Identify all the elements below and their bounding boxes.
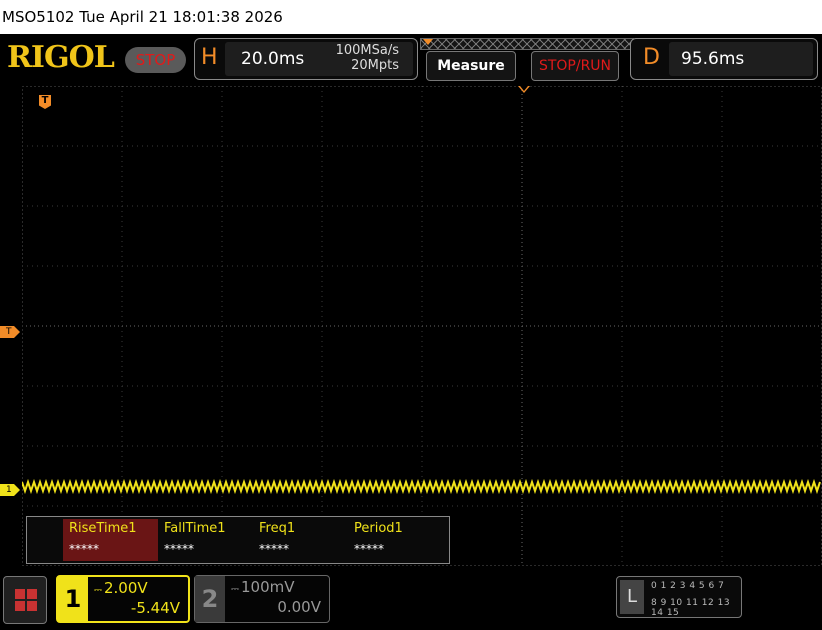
measure-name: Freq1 (259, 521, 296, 536)
logic-channels-high: 8 9 10 11 12 13 14 15 (651, 598, 731, 618)
channel2-offset: 0.00V (277, 598, 321, 616)
dc-coupling-icon: ⎓ (231, 584, 239, 595)
measurement-panel: RiseTime1 ***** FallTime1 ***** Freq1 **… (26, 516, 450, 564)
sample-rate: 100MSa/s (335, 43, 399, 58)
timebase-value: 20.0ms (241, 49, 305, 69)
horizontal-letter: H (201, 45, 218, 70)
measure-item-risetime[interactable]: RiseTime1 ***** (63, 519, 158, 561)
trigger-level-marker[interactable]: T (0, 326, 20, 338)
measure-item-period[interactable]: Period1 ***** (348, 519, 443, 561)
rigol-logo: RIGOL (7, 40, 115, 75)
measure-value: ***** (259, 542, 289, 556)
dc-coupling-icon: ⎓ (94, 585, 102, 596)
measure-value: ***** (69, 542, 99, 556)
delay-value-box: 95.6ms (669, 42, 813, 76)
channel2-box[interactable]: 2 ⎓ 100mV 0.00V (194, 575, 330, 623)
delay-letter: D (643, 45, 660, 70)
delay-box[interactable]: D 95.6ms (630, 38, 818, 80)
channel2-number: 2 (195, 576, 225, 622)
measure-name: RiseTime1 (69, 521, 137, 536)
home-grid-icon[interactable] (3, 576, 47, 624)
measure-value: ***** (354, 542, 384, 556)
waveform-grid (21, 86, 822, 566)
measure-name: Period1 (354, 521, 403, 536)
measure-value: ***** (164, 542, 194, 556)
status-bar: MSO5102 Tue April 21 18:01:38 2026 (0, 0, 822, 34)
measure-button[interactable]: Measure (426, 51, 516, 81)
channel1-waveform (21, 478, 821, 495)
stop-run-button[interactable]: STOP/RUN (531, 51, 619, 81)
sample-info: 100MSa/s 20Mpts (336, 43, 399, 73)
top-header: RIGOL STOP H 20.0ms 100MSa/s 20Mpts Meas… (0, 34, 822, 84)
logic-label: L (620, 580, 644, 614)
waveform-screen[interactable]: T (21, 86, 822, 566)
left-marker-rail: T 1 (0, 86, 22, 566)
bottom-bar: 1 ⎓ 2.00V -5.44V 2 ⎓ 100mV 0.00V L 0 1 2 3… (0, 570, 822, 630)
logic-analyzer-box[interactable]: L 0 1 2 3 4 5 6 7 8 9 10 11 12 13 14 15 (616, 576, 742, 618)
channel1-box[interactable]: 1 ⎓ 2.00V -5.44V (56, 575, 190, 623)
run-state-badge[interactable]: STOP (125, 47, 186, 73)
channel1-scale: ⎓ 2.00V (94, 579, 148, 597)
measure-item-freq[interactable]: Freq1 ***** (253, 519, 348, 561)
memory-depth: 20Mpts (351, 58, 399, 73)
channel2-scale: ⎓ 100mV (231, 578, 295, 596)
logic-channels-low: 0 1 2 3 4 5 6 7 (651, 581, 725, 591)
device-datetime: MSO5102 Tue April 21 18:01:38 2026 (2, 8, 283, 26)
trigger-position-marker-icon (423, 39, 433, 45)
delay-value: 95.6ms (681, 49, 745, 69)
channel1-number: 1 (58, 577, 88, 621)
center-axes (22, 86, 822, 566)
horizontal-timebase-box[interactable]: H 20.0ms 100MSa/s 20Mpts (194, 38, 418, 80)
timebase-value-box: 20.0ms 100MSa/s 20Mpts (225, 42, 413, 76)
channel1-offset-marker[interactable]: 1 (0, 484, 20, 496)
measure-item-falltime[interactable]: FallTime1 ***** (158, 519, 253, 561)
channel1-offset: -5.44V (130, 599, 180, 617)
measure-name: FallTime1 (164, 521, 226, 536)
memory-position-strip (420, 38, 634, 50)
